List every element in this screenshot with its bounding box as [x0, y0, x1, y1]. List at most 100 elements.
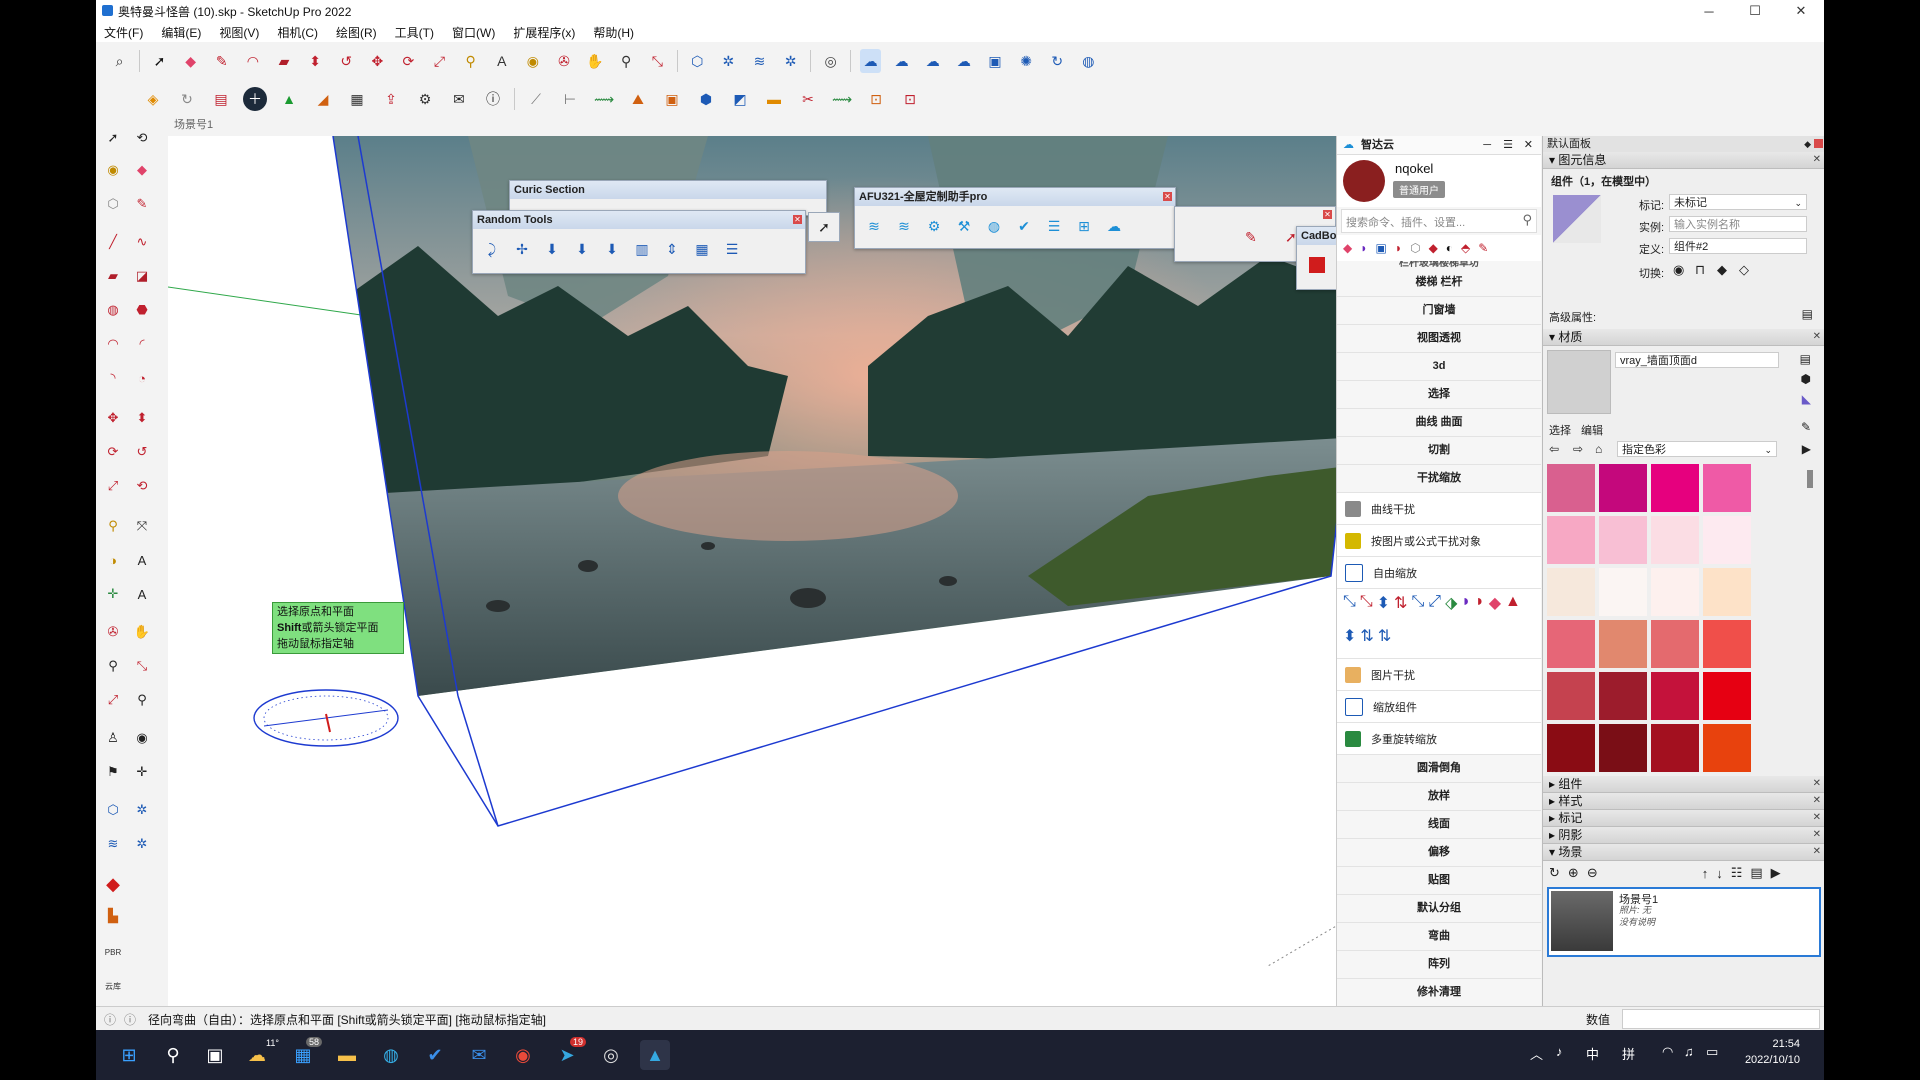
export-icon[interactable]: ⊡: [898, 87, 922, 111]
section-plane-icon[interactable]: ✛: [130, 760, 154, 784]
previous-view-icon[interactable]: ⚲: [130, 688, 154, 712]
random-drop-icon[interactable]: ⬇: [540, 237, 564, 261]
home-icon[interactable]: ⌂: [1595, 442, 1602, 456]
deform-icon-3[interactable]: ⬍: [1377, 593, 1390, 622]
random-move-icon[interactable]: ✢: [510, 237, 534, 261]
afu321-toolbar[interactable]: AFU321-全屋定制助手pro ✕ ≋ ≋ ⚙ ⚒ ◍ ✔ ☰ ⊞ ☁: [854, 187, 1176, 249]
menu-stairs[interactable]: 楼梯 栏杆: [1337, 269, 1541, 297]
menu-view-perspective[interactable]: 视图透视: [1337, 325, 1541, 353]
shadows-header[interactable]: ▸ 阴影 ✕: [1543, 827, 1824, 844]
select-tool-icon[interactable]: ➚: [149, 49, 170, 73]
volume-icon[interactable]: ♫: [1684, 1044, 1694, 1059]
materials-tab-select[interactable]: 选择: [1549, 422, 1571, 438]
tray-chevron-icon[interactable]: ︿: [1530, 1044, 1543, 1063]
material-swatch[interactable]: [1651, 516, 1699, 564]
extension-manager-icon[interactable]: ✲: [780, 49, 801, 73]
styles-close-icon[interactable]: ✕: [1813, 793, 1821, 809]
deform-icon-7[interactable]: ⬗: [1445, 593, 1457, 622]
freehand-icon[interactable]: ∿: [130, 230, 154, 254]
menu-doors-walls[interactable]: 门窗墙: [1337, 297, 1541, 325]
entity-info-header[interactable]: ▾ 图元信息 ✕: [1543, 152, 1824, 169]
line-icon[interactable]: ⟋: [524, 87, 548, 111]
geo-location-icon[interactable]: ⓘ: [104, 1011, 116, 1028]
task-view-icon[interactable]: ▣: [200, 1040, 230, 1070]
material-swatch[interactable]: [1651, 464, 1699, 512]
deform-icon-14[interactable]: ⇅: [1378, 626, 1391, 655]
secondary-pencil-icon[interactable]: ✎: [1245, 229, 1257, 246]
material-default-icon[interactable]: ◣: [1802, 392, 1811, 406]
instance-name-input[interactable]: 输入实例名称: [1669, 216, 1807, 232]
advanced-attributes-icon[interactable]: ▤: [1802, 307, 1813, 321]
scale-left-icon[interactable]: ⤢: [101, 474, 125, 498]
material-swatch[interactable]: [1703, 568, 1751, 616]
menu-array[interactable]: 阵列: [1337, 951, 1541, 979]
scene-add-icon[interactable]: ⊕: [1568, 865, 1579, 881]
orbit-left2-icon[interactable]: ✇: [101, 620, 125, 644]
material-swatch[interactable]: [1651, 724, 1699, 772]
material-swatch[interactable]: [1651, 672, 1699, 720]
tool-image-deform[interactable]: 图片干扰: [1337, 659, 1541, 691]
afu-tool-icon[interactable]: ⚒: [952, 214, 976, 238]
cloud-sync-icon[interactable]: ☁: [922, 49, 943, 73]
menu-camera[interactable]: 相机(C): [277, 24, 318, 41]
material-swatch[interactable]: [1599, 724, 1647, 772]
vray-refresh-icon[interactable]: ↻: [175, 87, 199, 111]
materials-tab-edit[interactable]: 编辑: [1581, 422, 1603, 438]
curic-section-title[interactable]: Curic Section: [510, 181, 826, 199]
axes-icon[interactable]: ✛: [101, 582, 125, 606]
microphone-icon[interactable]: ♪: [1556, 1044, 1563, 1059]
definition-input[interactable]: 组件#2: [1669, 238, 1807, 254]
afu-gear-icon[interactable]: ⚙: [922, 214, 946, 238]
deform-icon-13[interactable]: ⇅: [1360, 626, 1373, 655]
search-icon[interactable]: ⚲: [1522, 212, 1532, 228]
stamp-icon[interactable]: ▣: [660, 87, 684, 111]
material-library-select[interactable]: 指定色彩 ⌄: [1617, 441, 1777, 457]
quick-icon-4[interactable]: ◗: [1395, 241, 1402, 255]
account-icon[interactable]: ◎: [820, 49, 841, 73]
material-swatch[interactable]: [1703, 464, 1751, 512]
tag-select[interactable]: 未标记 ⌄: [1669, 194, 1807, 210]
cadbo-icon[interactable]: [1309, 257, 1325, 273]
menu-curves-surfaces[interactable]: 曲线 曲面: [1337, 409, 1541, 437]
cloud-library-icon[interactable]: 云库: [101, 974, 125, 998]
material-swatch[interactable]: [1703, 672, 1751, 720]
add-icon[interactable]: ＋: [243, 87, 267, 111]
zoom-icon[interactable]: ⚲: [616, 49, 637, 73]
trimble-connect-icon[interactable]: ☁: [860, 49, 882, 73]
ruby-cube-icon[interactable]: ◆: [101, 872, 125, 896]
drape-icon[interactable]: ⬢: [694, 87, 718, 111]
menu-draw[interactable]: 绘图(R): [336, 24, 377, 41]
position-camera-icon[interactable]: ♙: [101, 726, 125, 750]
material-swatch[interactable]: [1599, 672, 1647, 720]
protractor-icon[interactable]: ◑: [101, 548, 125, 572]
obs-icon[interactable]: ◎: [596, 1040, 626, 1070]
ext-manager-left-icon[interactable]: ✲: [130, 832, 154, 856]
scene-tab[interactable]: 场景号1: [168, 116, 234, 134]
random-scale-icon[interactable]: ⬇: [570, 237, 594, 261]
pie-icon[interactable]: ◔: [130, 366, 154, 390]
menu-deform-scale[interactable]: 干扰缩放: [1337, 465, 1541, 493]
material-swatch[interactable]: [1599, 516, 1647, 564]
menu-default-group[interactable]: 默认分组: [1337, 895, 1541, 923]
scene-move-up-icon[interactable]: ↑: [1702, 866, 1709, 881]
extension-warehouse-icon[interactable]: ✲: [718, 49, 739, 73]
network-icon[interactable]: ✺: [1016, 49, 1037, 73]
menu-loft[interactable]: 放样: [1337, 783, 1541, 811]
clock-time[interactable]: 21:54: [1744, 1038, 1800, 1050]
edge-icon[interactable]: ◍: [376, 1040, 406, 1070]
afu-list-icon[interactable]: ☰: [1042, 214, 1066, 238]
menu-select[interactable]: 选择: [1337, 381, 1541, 409]
warehouse-icon[interactable]: ⬡: [687, 49, 708, 73]
material-swatch[interactable]: [1599, 568, 1647, 616]
select-cursor-icon[interactable]: ➚: [808, 212, 840, 242]
rotated-rect-icon[interactable]: ◪: [130, 264, 154, 288]
material-name-input[interactable]: vray_墙面顶面d: [1615, 352, 1779, 368]
chrome-icon[interactable]: ◉: [508, 1040, 538, 1070]
windows-start-icon[interactable]: ⊞: [114, 1040, 144, 1070]
cadbo-title[interactable]: CadBo: [1297, 227, 1337, 245]
scene-remove-icon[interactable]: ⊖: [1587, 865, 1598, 881]
paint-left-icon[interactable]: ◉: [101, 158, 125, 182]
afu321-close-icon[interactable]: ✕: [1163, 192, 1172, 201]
intersect-icon[interactable]: ✂: [796, 87, 820, 111]
random-tools-title[interactable]: Random Tools ✕: [473, 211, 805, 229]
